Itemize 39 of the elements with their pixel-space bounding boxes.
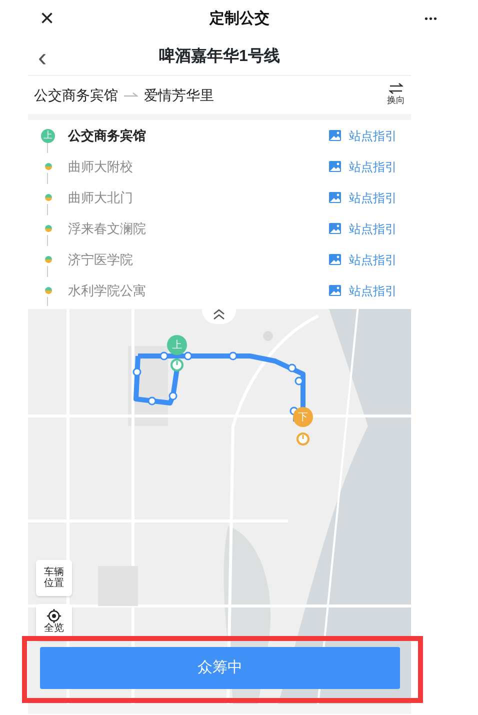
- stop-guide-link[interactable]: 站点指引: [329, 250, 397, 268]
- stop-name: 浮来春文澜院: [68, 220, 146, 238]
- stop-dot: [44, 163, 52, 170]
- boarding-badge: 上: [41, 128, 55, 142]
- stop-guide-link[interactable]: 站点指引: [329, 282, 397, 300]
- stop-dot: [44, 287, 52, 294]
- back-button[interactable]: ‹: [38, 44, 47, 70]
- stop-dot: [44, 194, 52, 201]
- destination-stop: 爱情芳华里: [144, 86, 214, 104]
- vehicle-location-button[interactable]: 车辆位置: [36, 560, 72, 596]
- page-title: 定制公交: [209, 8, 270, 29]
- stop-guide-link[interactable]: 站点指引: [329, 220, 397, 238]
- locate-icon: [47, 609, 61, 624]
- image-icon: [329, 130, 341, 141]
- alighting-point-icon: [296, 432, 310, 446]
- swap-icon: [389, 82, 403, 94]
- stop-name: 济宁医学院: [68, 250, 133, 269]
- stop-dot: [44, 225, 52, 232]
- close-button[interactable]: ×: [40, 1, 54, 37]
- image-icon: [329, 223, 341, 234]
- image-icon: [329, 161, 341, 172]
- image-icon: [329, 192, 341, 203]
- crowdfunding-button[interactable]: 众筹中: [40, 647, 400, 689]
- stop-guide-link[interactable]: 站点指引: [329, 188, 397, 206]
- stop-name: 曲师大附校: [68, 158, 133, 176]
- line-title: 啤酒嘉年华1号线: [159, 46, 280, 66]
- stop-guide-link[interactable]: 站点指引: [329, 126, 397, 144]
- image-icon: [329, 285, 341, 296]
- stop-name: 曲师大北门: [68, 188, 133, 207]
- stop-name: 公交商务宾馆: [68, 126, 146, 145]
- swap-direction-button[interactable]: 换向: [387, 82, 405, 108]
- origin-stop: 公交商务宾馆: [34, 86, 118, 104]
- chevron-up-icon: [212, 308, 226, 320]
- stop-guide-link[interactable]: 站点指引: [329, 158, 397, 176]
- stop-dot: [44, 256, 52, 263]
- image-icon: [329, 254, 341, 265]
- more-button[interactable]: •••: [424, 12, 438, 26]
- boarding-point-icon: [170, 358, 184, 372]
- stop-name: 水利学院公寓: [68, 282, 146, 300]
